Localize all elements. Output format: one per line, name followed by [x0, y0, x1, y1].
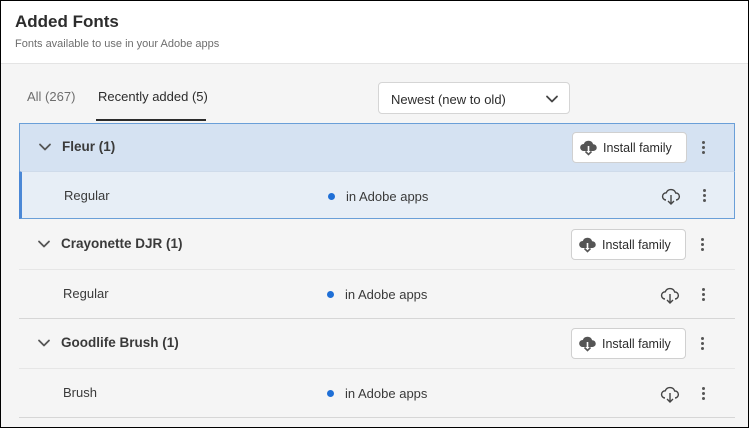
style-status: in Adobe apps — [345, 287, 428, 302]
active-tab-indicator — [96, 119, 206, 121]
chevron-down-icon[interactable] — [37, 336, 51, 350]
family-header-goodlife-brush[interactable]: Goodlife Brush (1) Install family — [19, 320, 735, 368]
cloud-download-outline-icon[interactable] — [660, 285, 680, 305]
page-header: Added Fonts Fonts available to use in yo… — [1, 1, 748, 64]
install-family-label: Install family — [602, 238, 671, 252]
cloud-download-icon — [579, 237, 596, 253]
sort-dropdown-value: Newest (new to old) — [391, 92, 506, 107]
style-name: Brush — [63, 385, 97, 400]
install-family-button[interactable]: Install family — [571, 229, 686, 260]
install-family-label: Install family — [603, 141, 672, 155]
install-family-button[interactable]: Install family — [571, 328, 686, 359]
more-options-icon[interactable] — [698, 187, 710, 205]
style-status: in Adobe apps — [346, 189, 429, 204]
more-options-icon[interactable] — [697, 286, 709, 304]
font-style-row[interactable]: Regular in Adobe apps — [19, 171, 735, 219]
family-header-fleur[interactable]: Fleur (1) Install family — [19, 123, 735, 171]
family-name: Goodlife Brush (1) — [61, 335, 179, 350]
active-status-dot — [328, 193, 335, 200]
install-family-button[interactable]: Install family — [572, 132, 687, 163]
more-options-icon[interactable] — [697, 139, 709, 157]
install-family-label: Install family — [602, 337, 671, 351]
sort-dropdown[interactable]: Newest (new to old) — [378, 82, 570, 114]
font-style-row[interactable]: Brush in Adobe apps — [19, 368, 735, 418]
cloud-download-outline-icon[interactable] — [660, 384, 680, 404]
family-name: Fleur (1) — [62, 139, 116, 154]
family-name: Crayonette DJR (1) — [61, 236, 183, 251]
style-status: in Adobe apps — [345, 386, 428, 401]
cloud-download-outline-icon[interactable] — [661, 186, 681, 206]
chevron-down-icon[interactable] — [37, 237, 51, 251]
active-status-dot — [327, 291, 334, 298]
tab-recently-added[interactable]: Recently added (5) — [98, 89, 208, 122]
tab-all[interactable]: All (267) — [27, 89, 75, 122]
added-fonts-window: Added Fonts Fonts available to use in yo… — [1, 1, 748, 427]
font-style-row[interactable]: Regular in Adobe apps — [19, 269, 735, 319]
chevron-down-icon[interactable] — [38, 140, 52, 154]
more-options-icon[interactable] — [696, 335, 708, 353]
active-status-dot — [327, 390, 334, 397]
page-subtitle: Fonts available to use in your Adobe app… — [15, 38, 220, 50]
more-options-icon[interactable] — [697, 385, 709, 403]
style-name: Regular — [64, 188, 110, 203]
family-header-crayonette-djr[interactable]: Crayonette DJR (1) Install family — [19, 221, 735, 269]
cloud-download-icon — [580, 140, 597, 156]
page-title: Added Fonts — [15, 12, 119, 31]
style-name: Regular — [63, 286, 109, 301]
cloud-download-icon — [579, 336, 596, 352]
chevron-down-icon — [546, 95, 558, 103]
more-options-icon[interactable] — [696, 236, 708, 254]
